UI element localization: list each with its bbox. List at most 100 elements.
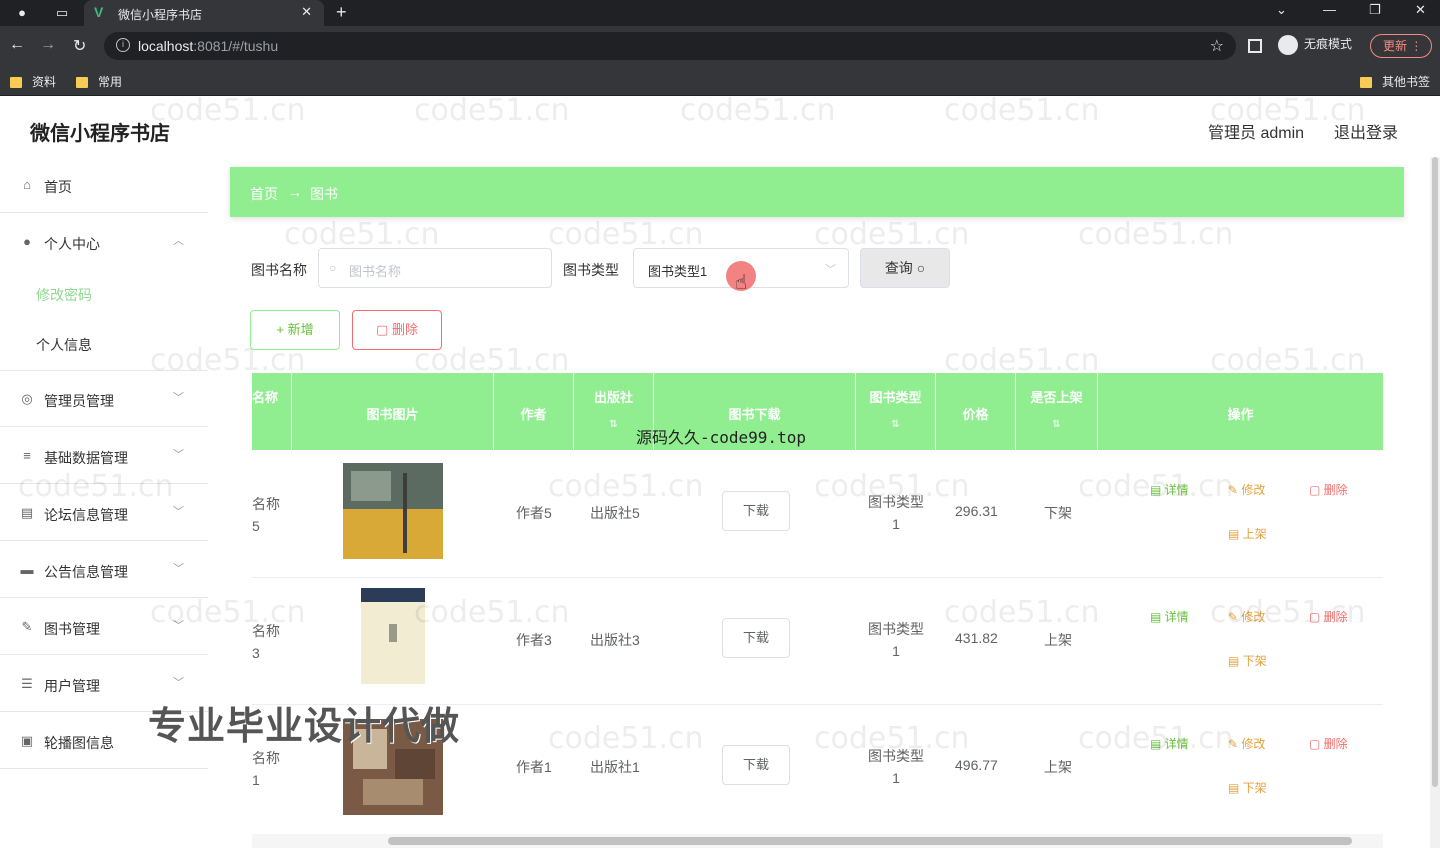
chevron-down-icon: ﹀ <box>173 392 184 404</box>
cell-name: 名称5 <box>252 496 280 534</box>
delete-label: 删除 <box>1323 610 1348 624</box>
batch-delete-button[interactable]: ▢ 删除 <box>352 310 442 350</box>
sidebar-item-basic-data[interactable]: ≡ 基础数据管理 ﹀ <box>0 428 208 484</box>
detail-button[interactable]: ▤ 详情 <box>1150 735 1189 752</box>
sidebar-item-profile[interactable]: ● 个人中心 ︿ <box>0 214 208 270</box>
edit-button[interactable]: ✎ 修改 <box>1228 481 1265 498</box>
users-icon: ☰ <box>21 676 33 691</box>
cell-type-line: 图书类型 <box>868 748 924 764</box>
delete-button[interactable]: ▢ 删除 <box>1309 608 1348 625</box>
cell-status: 下架 <box>1044 505 1072 521</box>
query-button[interactable]: 查询 ○ <box>860 248 950 288</box>
col-status[interactable]: 是否上架 ⇅ <box>1016 373 1098 450</box>
side-panel-icon[interactable] <box>1248 39 1262 53</box>
col-image[interactable]: 图书图片 <box>292 373 494 450</box>
sort-icon[interactable]: ⇅ <box>856 419 935 430</box>
sidebar-subitem-label: 个人信息 <box>36 337 92 353</box>
edit-button[interactable]: ✎ 修改 <box>1228 735 1265 752</box>
search-icon: ○ <box>916 260 926 276</box>
reload-icon[interactable]: ↻ <box>73 36 86 56</box>
app-root: 微信小程序书店 管理员 admin 退出登录 ⌂ 首页 ● 个人中心 ︿ 修改密… <box>0 93 1440 848</box>
url-text: localhost:8081/#/tushu <box>138 38 278 54</box>
scrollbar-thumb[interactable] <box>388 837 1352 845</box>
new-tab-button[interactable]: + <box>336 2 347 23</box>
sort-icon[interactable]: ⇅ <box>1016 419 1097 430</box>
col-label: 价格 <box>962 407 989 422</box>
sidebar-item-forum[interactable]: ▤ 论坛信息管理 ﹀ <box>0 485 208 541</box>
minimize-icon[interactable]: — <box>1323 2 1336 17</box>
incognito-indicator[interactable]: 无痕模式 <box>1278 35 1352 55</box>
book-name-input[interactable]: ○ 图书名称 <box>318 248 552 288</box>
cell-status: 上架 <box>1044 759 1072 775</box>
tab-close-icon[interactable]: ✕ <box>301 4 312 20</box>
vertical-scrollbar[interactable] <box>1430 157 1440 848</box>
edit-label: 修改 <box>1241 483 1266 497</box>
browser-tab[interactable]: V 微信小程序书店 ✕ <box>84 0 324 26</box>
download-button[interactable]: 下载 <box>722 618 790 658</box>
cell-name: 名称3 <box>252 623 280 661</box>
col-author[interactable]: 作者 <box>494 373 574 450</box>
detail-button[interactable]: ▤ 详情 <box>1150 481 1189 498</box>
delete-button[interactable]: ▢ 删除 <box>1309 735 1348 752</box>
tab-search-icon[interactable]: ▭ <box>52 3 72 23</box>
site-info-icon[interactable]: i <box>116 38 130 52</box>
bookmark-folder-changyong[interactable]: 常用 <box>76 73 122 90</box>
tab-list-icon[interactable]: ⌄ <box>1276 2 1287 18</box>
watermark: code51.cn <box>944 93 1100 128</box>
toggle-shelf-button[interactable]: ▤ 上架 <box>1228 525 1267 542</box>
sidebar-item-books[interactable]: ✎ 图书管理 ﹀ <box>0 599 208 655</box>
cell-type-line: 1 <box>892 770 900 786</box>
detail-button[interactable]: ▤ 详情 <box>1150 608 1189 625</box>
update-button[interactable]: 更新 ⋮ <box>1370 34 1432 58</box>
col-name[interactable]: 名称 <box>252 373 292 450</box>
user-icon: ● <box>23 234 31 249</box>
sidebar-item-home[interactable]: ⌂ 首页 <box>0 157 208 213</box>
cell-type-line: 图书类型 <box>868 621 924 637</box>
carousel-icon: ▣ <box>20 733 34 748</box>
logout-link[interactable]: 退出登录 <box>1334 119 1398 143</box>
cell-type-line: 1 <box>892 516 900 532</box>
sidebar-item-notice[interactable]: ▬ 公告信息管理 ﹀ <box>0 542 208 598</box>
book-name-label: 图书名称 <box>251 262 307 278</box>
download-button[interactable]: 下载 <box>722 745 790 785</box>
scrollbar-thumb[interactable] <box>1432 157 1438 787</box>
col-label: 名称 <box>252 390 279 405</box>
chevron-down-icon: ﹀ <box>173 677 184 689</box>
cell-type: 图书类型 1 <box>856 618 936 662</box>
sidebar-subitem-profile-info[interactable]: 个人信息 <box>0 319 208 371</box>
bookmark-folder-ziliao[interactable]: 资料 <box>10 73 56 90</box>
col-type[interactable]: 图书类型 ⇅ <box>856 373 936 450</box>
col-label: 是否上架 <box>1030 390 1083 405</box>
bookmark-star-icon[interactable]: ☆ <box>1210 36 1224 56</box>
col-price[interactable]: 价格 <box>936 373 1016 450</box>
forward-icon[interactable]: → <box>40 36 56 54</box>
cell-publisher: 出版社3 <box>590 632 640 648</box>
sidebar-subitem-change-password[interactable]: 修改密码 <box>0 269 208 319</box>
other-bookmarks[interactable]: 其他书签 <box>1360 73 1430 90</box>
close-window-icon[interactable]: ✕ <box>1415 2 1426 18</box>
restore-icon[interactable]: ❐ <box>1369 2 1381 18</box>
edit-button[interactable]: ✎ 修改 <box>1228 608 1265 625</box>
download-button[interactable]: 下载 <box>722 491 790 531</box>
book-type-label: 图书类型 <box>563 262 619 278</box>
chevron-up-icon: ︿ <box>173 235 184 247</box>
browser-menu-icon[interactable]: ● <box>12 3 32 23</box>
forum-icon: ▤ <box>20 505 34 520</box>
watermark: code51.cn <box>548 217 704 252</box>
toggle-shelf-button[interactable]: ▤ 下架 <box>1228 652 1267 669</box>
detail-label: 详情 <box>1164 483 1189 497</box>
table-header: 名称 图书图片 作者 出版社 ⇅ 图书下载 图书类型 ⇅ 价格 是否上架 ⇅ 操作 <box>252 373 1383 450</box>
cell-type-line: 1 <box>892 643 900 659</box>
delete-button[interactable]: ▢ 删除 <box>1309 481 1348 498</box>
toggle-shelf-button[interactable]: ▤ 下架 <box>1228 779 1267 796</box>
book-cover-image[interactable] <box>343 463 443 559</box>
horizontal-scrollbar[interactable] <box>252 834 1383 848</box>
sidebar-item-admins[interactable]: ◎ 管理员管理 ﹀ <box>0 371 208 427</box>
url-field[interactable]: i localhost:8081/#/tushu ☆ <box>104 32 1236 60</box>
back-icon[interactable]: ← <box>9 36 25 54</box>
add-button[interactable]: + 新增 <box>250 310 340 350</box>
breadcrumb-home[interactable]: 首页 <box>250 184 278 204</box>
book-icon: ✎ <box>21 619 33 634</box>
book-cover-image[interactable] <box>343 588 443 684</box>
hand-cursor-icon: ☝ <box>735 272 748 294</box>
